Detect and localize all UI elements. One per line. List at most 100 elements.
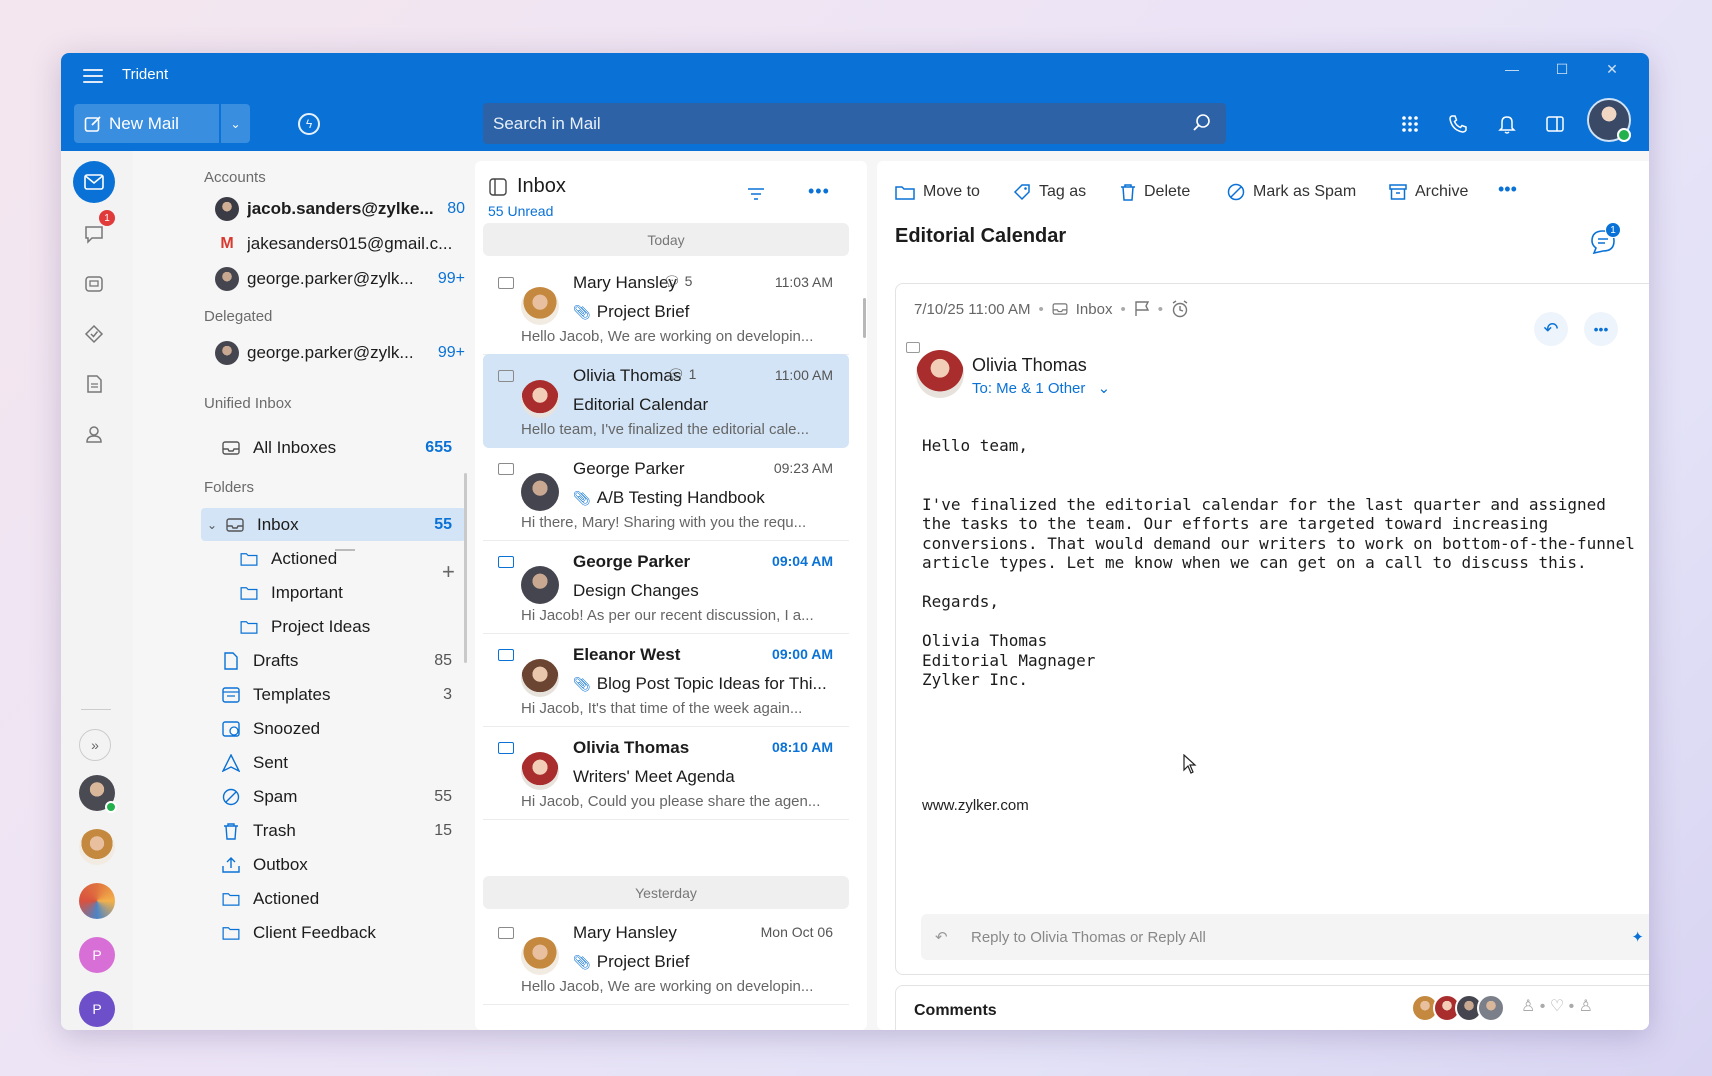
apps-grid-icon[interactable]: [1397, 111, 1423, 137]
folder-actioned-2[interactable]: Actioned: [221, 882, 466, 915]
mail-item[interactable]: Olivia Thomas 08:10 AM Writers' Meet Agend…: [483, 726, 849, 820]
archive-button[interactable]: Archive: [1389, 183, 1468, 201]
reminder-alarm-icon[interactable]: [1171, 300, 1189, 318]
account-item[interactable]: jacob.sanders@zylke... 80: [215, 194, 465, 224]
commenter-avatar[interactable]: [1477, 994, 1505, 1022]
expand-rail-icon[interactable]: »: [79, 729, 111, 761]
unread-count[interactable]: 55 Unread: [488, 203, 553, 219]
app-rail: 1 » P P 1: [61, 151, 133, 1030]
mail-item[interactable]: Eleanor West 09:00 AM 📎︎ Blog Post Topic Id…: [483, 633, 849, 727]
reply-icon[interactable]: ↶: [1534, 312, 1568, 346]
close-icon[interactable]: ✕: [1598, 61, 1626, 81]
folder-label: Drafts: [253, 650, 299, 670]
rail-contacts-icon[interactable]: [73, 413, 115, 455]
folder-icon: [239, 552, 259, 566]
recipients-toggle[interactable]: To: Me & 1 Other ⌄: [972, 379, 1110, 397]
minimize-icon[interactable]: —: [1498, 61, 1526, 81]
folder-label: Templates: [253, 684, 331, 704]
account-item[interactable]: M jakesanders015@gmail.c...: [215, 229, 465, 259]
more-actions-icon[interactable]: •••: [1498, 179, 1517, 200]
gmail-icon: M: [220, 235, 234, 252]
account-item[interactable]: george.parker@zylk... 99+: [215, 264, 465, 294]
rail-avatar-p1[interactable]: P: [79, 937, 115, 973]
panel-toggle-icon[interactable]: [1542, 111, 1568, 137]
quick-actions-icon[interactable]: ϟ: [298, 113, 320, 135]
chevron-down-icon[interactable]: ⌄: [207, 518, 225, 532]
search-icon[interactable]: [1192, 113, 1212, 133]
folder-actioned[interactable]: Actioned: [239, 542, 466, 575]
website-link[interactable]: www.zylker.com: [922, 797, 1029, 814]
tag-as-button[interactable]: Tag as: [1013, 183, 1086, 201]
discussion-icon[interactable]: 1: [1590, 222, 1621, 260]
rail-tasks-icon[interactable]: [73, 313, 115, 355]
more-options-icon[interactable]: •••: [808, 181, 830, 202]
rail-avatar-george[interactable]: [79, 775, 117, 813]
mail-list-scrollbar[interactable]: [863, 298, 866, 338]
rail-chat-icon[interactable]: 1: [73, 210, 115, 255]
folder-important[interactable]: Important: [239, 576, 466, 609]
folder-spam[interactable]: Spam 55: [221, 780, 466, 813]
move-to-button[interactable]: Move to: [895, 183, 980, 201]
mail-subject-line: Design Changes: [573, 581, 699, 601]
collapse-pane-icon[interactable]: [489, 177, 507, 196]
envelope-icon[interactable]: [498, 927, 514, 939]
rail-avatar-mary[interactable]: [79, 829, 115, 865]
envelope-icon[interactable]: [498, 463, 514, 475]
email-folder[interactable]: Inbox: [1076, 301, 1113, 318]
envelope-icon[interactable]: [498, 742, 514, 754]
rail-avatar-group[interactable]: [79, 883, 115, 919]
mail-item[interactable]: Mary Hansley 💬︎ 5 11:03 AM 📎︎ Project Brief H…: [483, 261, 849, 355]
folder-inbox[interactable]: ⌄ Inbox 55: [201, 508, 466, 541]
mail-preview: Hello team, I've finalized the editorial…: [521, 421, 810, 438]
folder-client-feedback[interactable]: Client Feedback: [221, 916, 466, 949]
new-mail-dropdown[interactable]: ⌄: [221, 104, 250, 143]
envelope-icon[interactable]: [498, 649, 514, 661]
more-options-icon[interactable]: •••: [1584, 312, 1618, 346]
mail-list-header: Inbox: [489, 175, 566, 198]
folder-scrollbar[interactable]: [464, 473, 467, 663]
delete-button[interactable]: Delete: [1120, 183, 1190, 201]
envelope-icon[interactable]: [498, 556, 514, 568]
rail-avatar-p2[interactable]: P: [79, 991, 115, 1027]
user-avatar[interactable]: [1587, 98, 1631, 142]
new-mail-button[interactable]: New Mail: [74, 104, 219, 143]
mark-as-spam-button[interactable]: Mark as Spam: [1227, 183, 1356, 201]
rail-notes-icon[interactable]: [73, 363, 115, 405]
search-input[interactable]: Search in Mail: [483, 103, 1226, 144]
filter-icon[interactable]: [747, 187, 765, 201]
folder-drafts[interactable]: Drafts 85: [221, 644, 466, 677]
sender-avatar[interactable]: [916, 350, 964, 398]
add-person-icon[interactable]: ♙ • ♡ • ♙: [1521, 996, 1593, 1016]
mail-item[interactable]: George Parker 09:04 AM Design Changes Hi Ja…: [483, 540, 849, 634]
folder-label: Inbox: [257, 514, 299, 534]
folder-trash[interactable]: Trash 15: [221, 814, 466, 847]
all-inboxes-item[interactable]: All Inboxes 655: [221, 431, 466, 464]
folder-sent[interactable]: Sent: [221, 746, 466, 779]
thread-count-value: 5: [684, 273, 693, 289]
rail-calendar-icon[interactable]: [73, 263, 115, 305]
envelope-icon[interactable]: [498, 277, 514, 289]
mail-item[interactable]: George Parker 09:23 AM 📎︎ A/B Testing Handb…: [483, 447, 849, 541]
bell-icon[interactable]: [1494, 111, 1520, 137]
folder-outbox[interactable]: Outbox: [221, 848, 466, 881]
read-status-icon[interactable]: [906, 342, 920, 353]
ai-sparkle-icon[interactable]: ✦: [1631, 928, 1644, 946]
rail-mail-icon[interactable]: [73, 161, 115, 203]
envelope-icon[interactable]: [498, 370, 514, 382]
hamburger-menu-icon[interactable]: [83, 69, 103, 83]
folder-project-ideas[interactable]: Project Ideas: [239, 610, 466, 643]
folder-label: Actioned: [253, 888, 320, 908]
delegated-account-item[interactable]: george.parker@zylk... 99+: [215, 338, 465, 368]
flag-icon[interactable]: [1134, 301, 1150, 317]
sender-name[interactable]: Olivia Thomas: [972, 355, 1087, 376]
outbox-icon: [221, 856, 241, 874]
maximize-icon[interactable]: ☐: [1548, 61, 1576, 81]
archive-label: Archive: [1415, 183, 1469, 200]
quick-reply-box[interactable]: ↶ Reply to Olivia Thomas or Reply All ✦: [921, 914, 1649, 960]
folder-templates[interactable]: Templates 3: [221, 678, 466, 711]
folder-snoozed[interactable]: Snoozed: [221, 712, 466, 745]
phone-icon[interactable]: [1445, 111, 1471, 137]
mail-item[interactable]: Mary Hansley Mon Oct 06 📎︎ Project Brief Hel…: [483, 911, 849, 1005]
mail-item[interactable]: Olivia Thomas 💬︎ 1 11:00 AM Editorial Calen…: [483, 354, 849, 448]
move-to-label: Move to: [923, 183, 980, 200]
